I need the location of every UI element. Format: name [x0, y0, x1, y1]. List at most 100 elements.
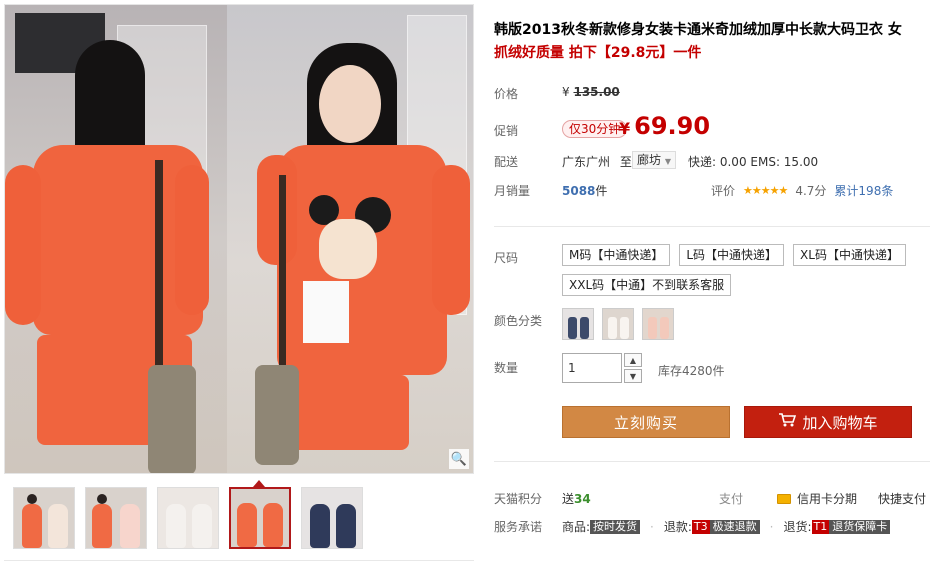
swatch-figure: [660, 317, 669, 339]
price-label: 价格: [494, 87, 519, 101]
size-option-xl[interactable]: XL码【中通快递】: [793, 244, 906, 266]
monthly-sales-label: 月销量: [494, 184, 531, 198]
quantity-decrease-button[interactable]: ▼: [624, 369, 642, 383]
bag-strap: [279, 175, 286, 375]
original-price-value: 135.00: [573, 85, 620, 99]
rating-summary: 评价 ★★★★★ 4.7分 累计198条: [711, 182, 893, 199]
separator-dot: ·: [769, 519, 774, 534]
rating-score: 4.7分: [795, 184, 827, 198]
tmall-points: 送34: [562, 490, 591, 507]
section-divider: [494, 226, 930, 227]
refund-label: 退款:: [663, 520, 692, 534]
right-sleeve: [432, 165, 470, 315]
fast-refund-badge[interactable]: 极速退款: [709, 519, 760, 534]
swatch-figure: [648, 317, 657, 339]
ship-to-select[interactable]: 廊坊 ▼: [632, 151, 676, 169]
buy-now-button[interactable]: 立刻购买: [562, 406, 730, 438]
thumb-figure: [92, 504, 112, 548]
goods-label: 商品:: [562, 520, 591, 534]
color-option-navy[interactable]: [562, 308, 594, 340]
mickey-face: [319, 219, 377, 279]
return-guarantee-badge[interactable]: 退货保障卡: [829, 519, 891, 534]
ship-from: 广东广州 至: [562, 153, 632, 170]
size-option-m[interactable]: M码【中通快递】: [562, 244, 671, 266]
stock-count: 库存4280件: [658, 364, 725, 378]
raised-sleeve: [257, 155, 297, 265]
color-label: 颜色分类: [494, 314, 543, 328]
chevron-down-icon: ▼: [664, 157, 671, 166]
shipping-label: 配送: [494, 155, 519, 169]
on-time-delivery-badge[interactable]: 按时发货: [590, 519, 641, 534]
swatch-figure: [620, 317, 629, 339]
original-price: ¥ 135.00: [562, 85, 620, 99]
add-to-cart-button[interactable]: 加入购物车: [744, 406, 912, 438]
pay-label: 支付: [719, 492, 744, 506]
size-options: M码【中通快递】 L码【中通快递】 XL码【中通快递】 XXL码【中通】不到联系…: [562, 244, 922, 296]
currency-symbol: ¥: [619, 119, 631, 138]
color-options: [562, 308, 674, 340]
product-title: 韩版2013秋冬新款修身女装卡通米奇加绒加厚中长款大码卫衣 女: [494, 22, 902, 38]
gallery-divider: [4, 560, 474, 561]
credit-installment[interactable]: 信用卡分期: [777, 490, 857, 507]
magnifier-icon[interactable]: 🔍: [449, 449, 469, 469]
swatch-figure: [568, 317, 577, 339]
tmall-points-label: 天猫积分: [494, 492, 543, 506]
points-value: 34: [574, 492, 591, 506]
separator-dot: ·: [650, 519, 654, 534]
thumbnail-4[interactable]: [229, 487, 291, 549]
photo-back-view: [5, 5, 227, 473]
size-option-l[interactable]: L码【中通快递】: [679, 244, 785, 266]
ship-to-prefix: 至: [619, 155, 632, 169]
credit-installment-label: 信用卡分期: [797, 492, 858, 506]
thumb-head: [97, 494, 107, 504]
service-promises: 商品: 按时发货 · 退款: T3 极速退款 · 退货: T1 退货保障卡: [562, 518, 891, 535]
express-pay[interactable]: 快捷支付: [878, 490, 926, 507]
mickey-print-body: [303, 281, 349, 343]
monthly-sales-count: 5088: [562, 184, 596, 198]
thumbnail-1[interactable]: [13, 487, 75, 549]
swatch-figure: [580, 317, 589, 339]
refund-code-badge: T3: [691, 519, 710, 534]
thumbnail-strip: [13, 487, 363, 549]
color-option-pink[interactable]: [642, 308, 674, 340]
handbag: [148, 365, 196, 473]
bag-strap: [155, 160, 163, 380]
promotion-tag: 仅30分钟: [562, 120, 628, 138]
chevron-down-icon: ▼: [629, 371, 637, 381]
thumb-figure: [237, 503, 257, 547]
cart-icon: [778, 412, 797, 432]
quantity-label: 数量: [494, 361, 519, 375]
size-label: 尺码: [494, 251, 519, 265]
orange-skirt: [289, 375, 409, 450]
ship-from-city: 广东广州: [562, 155, 611, 169]
quantity-input[interactable]: 1: [562, 353, 622, 383]
thumbnail-5[interactable]: [301, 487, 363, 549]
service-label: 服务承诺: [494, 520, 543, 534]
section-divider: [494, 461, 930, 462]
rating-label: 评价: [711, 184, 736, 198]
promotion-row: 促销 仅30分钟 ¥69.90: [494, 108, 930, 148]
thumb-figure: [22, 504, 42, 548]
monthly-sales: 5088件: [562, 182, 607, 199]
color-option-white[interactable]: [602, 308, 634, 340]
rating-stars: ★★★★★: [743, 184, 788, 197]
ship-to-city: 廊坊: [637, 153, 662, 167]
main-product-photo[interactable]: 🔍: [4, 4, 474, 474]
size-option-xxl[interactable]: XXL码【中通】不到联系客服: [562, 274, 732, 296]
left-sleeve: [5, 165, 41, 325]
thumb-figure: [48, 504, 68, 548]
review-count-link[interactable]: 累计198条: [834, 182, 893, 199]
promotion-label: 促销: [494, 124, 519, 138]
thumb-figure: [120, 504, 140, 548]
thumbnail-2[interactable]: [85, 487, 147, 549]
thumbnail-3[interactable]: [157, 487, 219, 549]
promotion-price: ¥69.90: [619, 112, 710, 140]
thumb-figure: [166, 504, 186, 548]
active-thumb-indicator: [253, 480, 265, 487]
quantity-increase-button[interactable]: ▲: [624, 353, 642, 367]
right-sleeve: [175, 165, 209, 315]
thumb-figure: [336, 504, 356, 548]
shipping-fee: 快递: 0.00 EMS: 15.00: [688, 155, 819, 169]
thumb-head: [27, 494, 37, 504]
thumb-figure: [263, 503, 283, 547]
